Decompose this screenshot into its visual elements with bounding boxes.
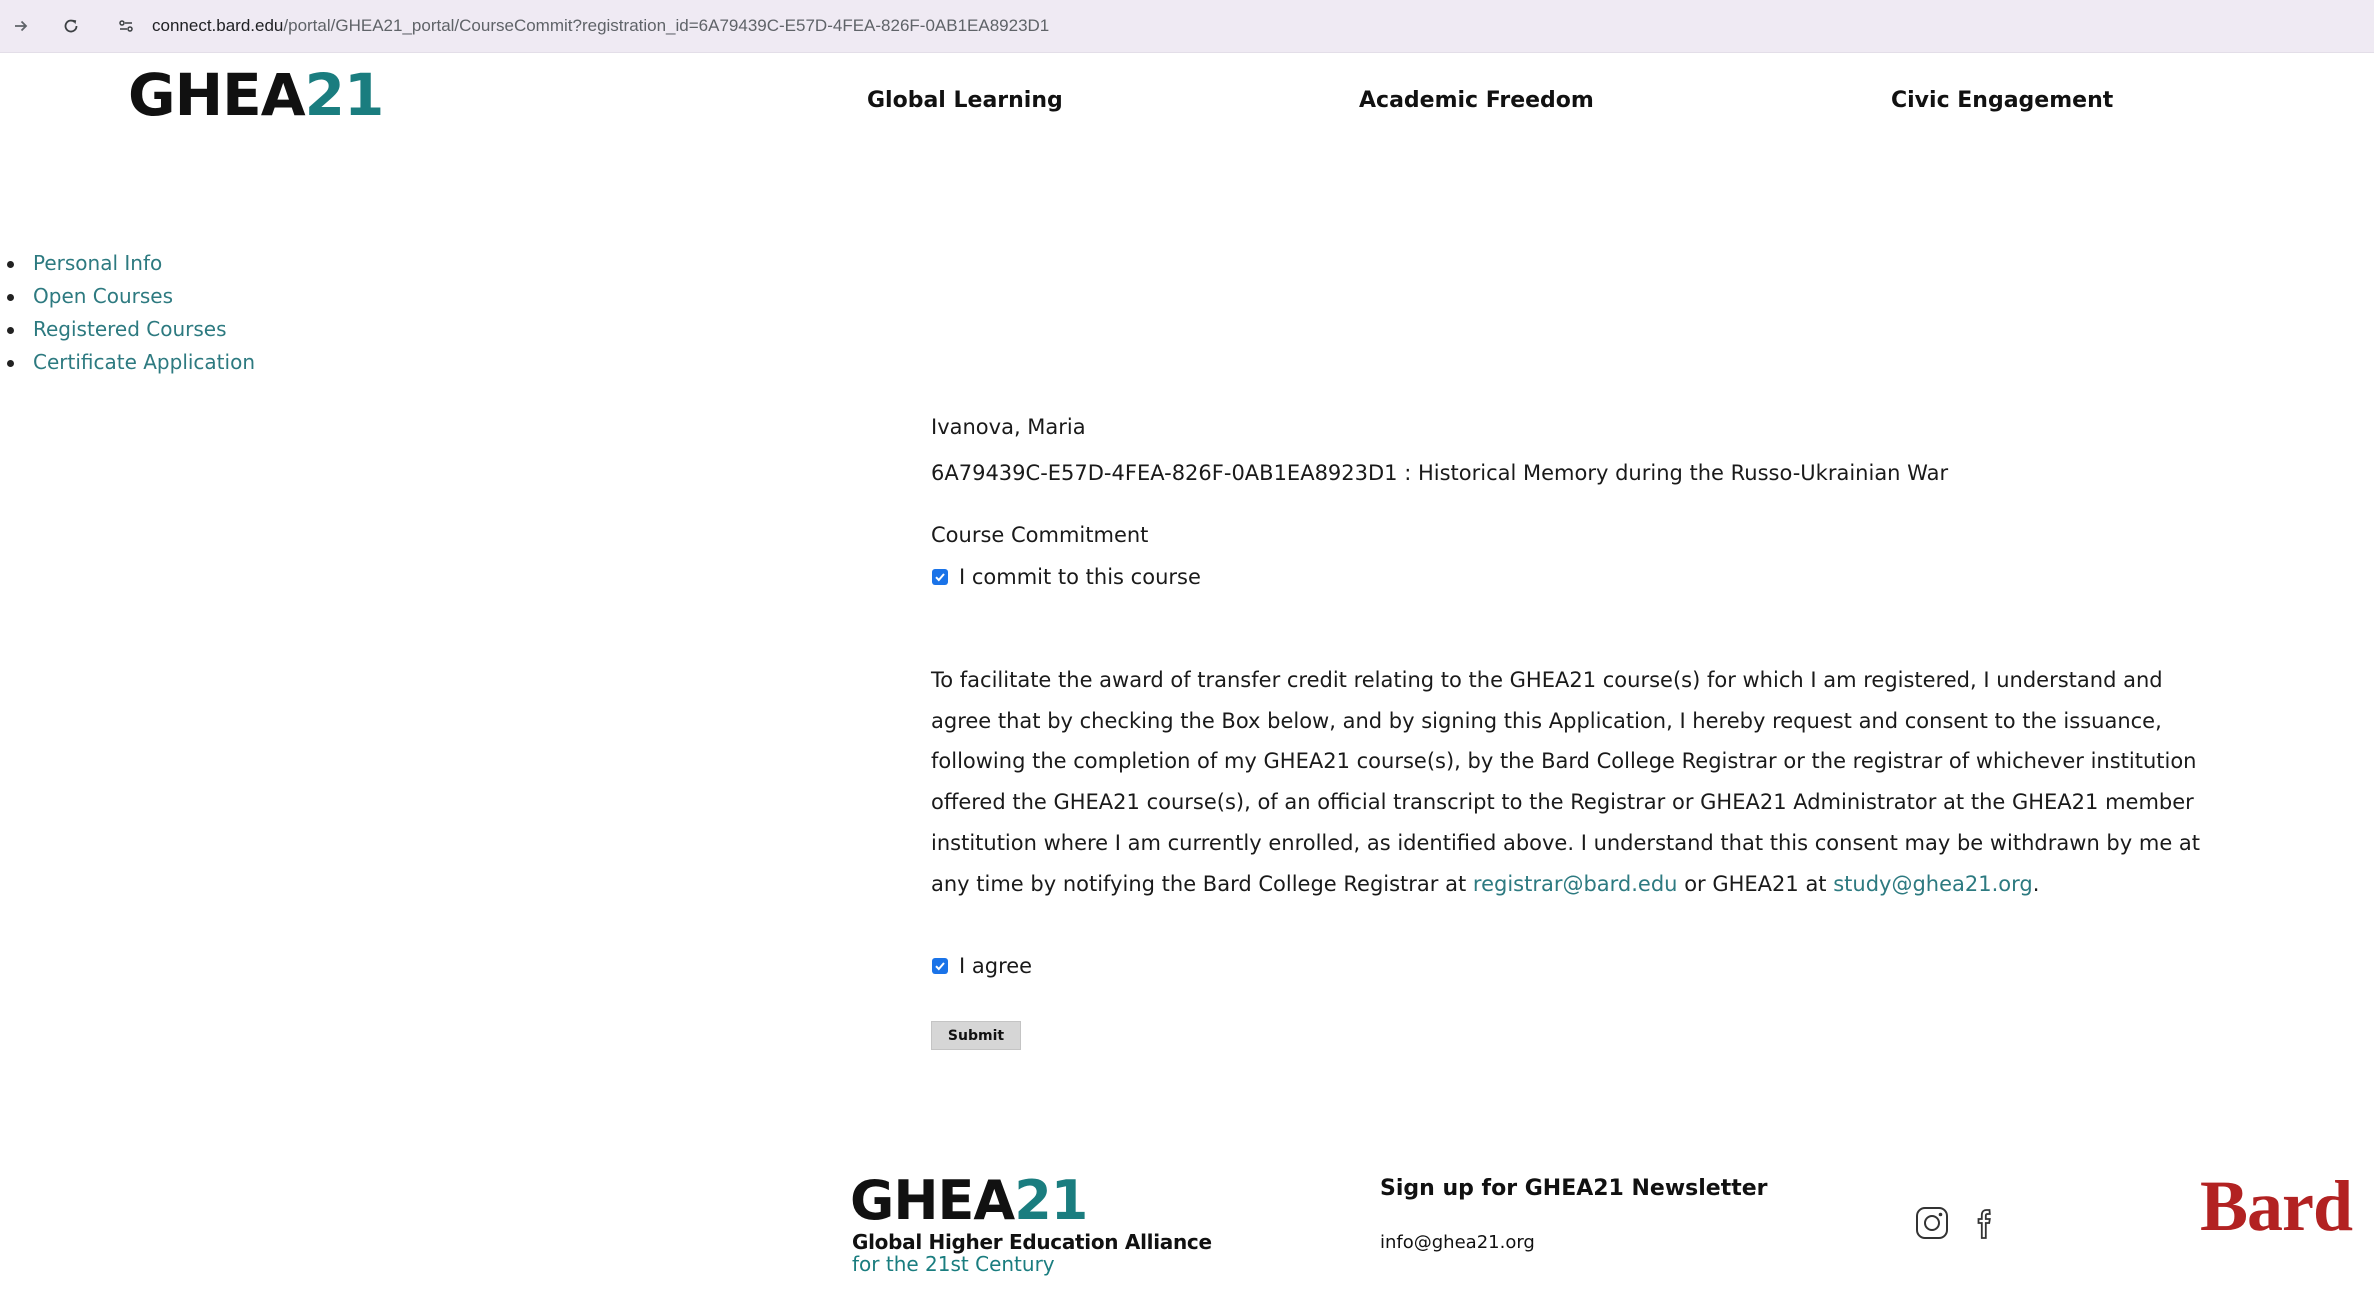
logo-accent: 21 (304, 61, 385, 129)
agree-checkbox[interactable] (932, 958, 948, 974)
agree-checkbox-row[interactable]: I agree (931, 954, 1032, 978)
url-path: /portal/GHEA21_portal/CourseCommit?regis… (283, 16, 1050, 35)
sidebar-item-personal-info: Personal Info (0, 247, 255, 280)
url-host: connect.bard.edu (152, 16, 284, 35)
consent-body: To facilitate the award of transfer cred… (931, 668, 2201, 896)
ghea21-logo[interactable]: GHEA21 (128, 66, 384, 124)
bard-logo[interactable]: Bard (2200, 1170, 2353, 1242)
agree-checkbox-label: I agree (959, 954, 1033, 978)
contact-email[interactable]: info@ghea21.org (1380, 1232, 1535, 1253)
submit-button[interactable]: Submit (931, 1021, 1021, 1050)
url-text[interactable]: connect.bard.edu/portal/GHEA21_portal/Co… (152, 16, 1049, 36)
footer-ghea21-logo[interactable]: GHEA21 (850, 1174, 1088, 1228)
sidebar-item-open-courses: Open Courses (0, 280, 255, 313)
forward-icon[interactable] (6, 11, 36, 41)
browser-address-bar: connect.bard.edu/portal/GHEA21_portal/Co… (0, 0, 2374, 53)
sidebar-menu: Personal Info Open Courses Registered Co… (0, 247, 255, 379)
consent-text: To facilitate the award of transfer cred… (931, 660, 2221, 904)
study-email-link[interactable]: study@ghea21.org (1833, 872, 2033, 896)
student-name: Ivanova, Maria (931, 415, 1086, 439)
footer-logo-main: GHEA (850, 1169, 1015, 1232)
nav-academic-freedom[interactable]: Academic Freedom (1359, 88, 1594, 113)
consent-mid: or GHEA21 at (1684, 871, 1827, 896)
reload-icon[interactable] (56, 11, 86, 41)
footer-logo-accent: 21 (1014, 1169, 1088, 1232)
consent-end: . (2032, 871, 2040, 896)
sidebar-link-certificate-application[interactable]: Certificate Application (33, 350, 255, 374)
sidebar-item-registered-courses: Registered Courses (0, 313, 255, 346)
newsletter-title[interactable]: Sign up for GHEA21 Newsletter (1380, 1176, 1768, 1201)
logo-main: GHEA (128, 61, 306, 129)
facebook-icon[interactable] (1968, 1205, 2004, 1241)
commit-checkbox-row[interactable]: I commit to this course (931, 565, 1201, 589)
commit-checkbox[interactable] (932, 569, 948, 585)
commit-checkbox-label: I commit to this course (959, 565, 1201, 589)
site-info-icon[interactable] (112, 12, 140, 40)
commitment-title: Course Commitment (931, 523, 1149, 547)
footer-tagline-1: Global Higher Education Alliance (852, 1230, 1212, 1254)
instagram-icon[interactable] (1914, 1205, 1950, 1241)
course-line: 6A79439C-E57D-4FEA-826F-0AB1EA8923D1 : H… (931, 461, 1949, 485)
footer-tagline-2: for the 21st Century (852, 1252, 1055, 1276)
sidebar-item-certificate-application: Certificate Application (0, 346, 255, 379)
sidebar-link-registered-courses[interactable]: Registered Courses (33, 317, 227, 341)
nav-civic-engagement[interactable]: Civic Engagement (1891, 88, 2113, 113)
nav-global-learning[interactable]: Global Learning (867, 88, 1063, 113)
registrar-email-link[interactable]: registrar@bard.edu (1473, 872, 1678, 896)
sidebar-link-open-courses[interactable]: Open Courses (33, 284, 173, 308)
sidebar-link-personal-info[interactable]: Personal Info (33, 251, 162, 275)
